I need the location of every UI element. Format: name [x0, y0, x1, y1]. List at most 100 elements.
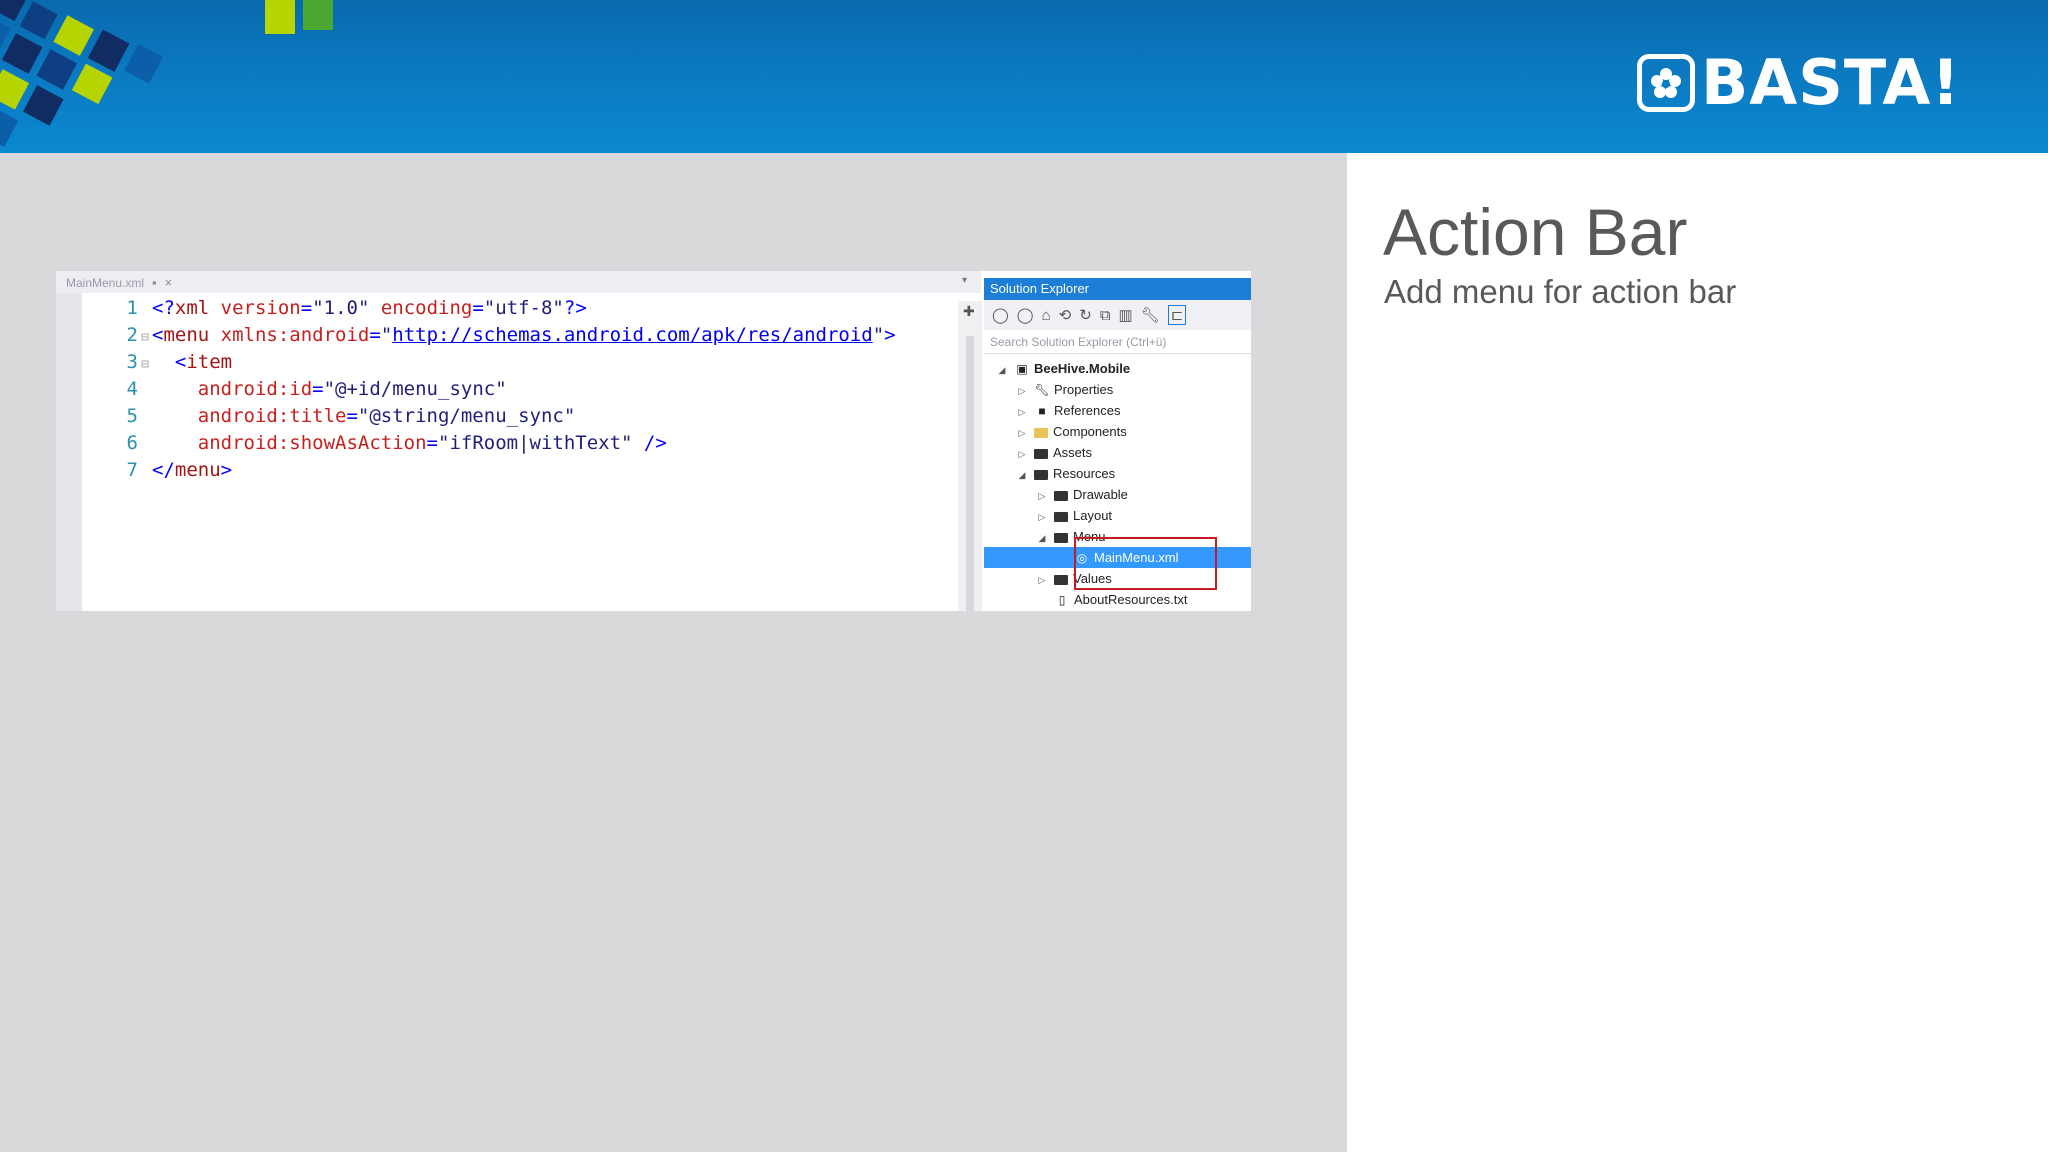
code-line: 4 android:id="@+id/menu_sync"	[82, 376, 507, 403]
code-line: 7 </menu>	[82, 457, 233, 486]
properties-icon[interactable]: 🔧︎	[1141, 306, 1160, 324]
tree-item-label: Assets	[1053, 445, 1093, 460]
code-token: menu	[174, 459, 221, 481]
line-number: 1	[126, 297, 138, 319]
code-token: android:id	[152, 378, 313, 400]
ide-screenshot: MainMenu.xml ▪ × ▾ 1 <?xml version="1.0"…	[56, 271, 1251, 611]
code-line: 6 android:showAsAction="ifRoom|withText"…	[82, 430, 667, 457]
editor-scrollbar[interactable]: ✚	[958, 301, 982, 611]
folder-icon	[1054, 490, 1068, 501]
basta-flower-icon	[1637, 54, 1695, 112]
folder-icon	[1054, 511, 1068, 522]
tree-item[interactable]: ▷ 🔧︎ Properties	[984, 379, 1251, 400]
expand-icon[interactable]: ▷	[1016, 423, 1028, 444]
code-line: 3 ⊟ <item	[82, 349, 233, 378]
code-token: ?>	[563, 297, 587, 319]
tree-item[interactable]: ◢ ▣ BeeHive.Mobile	[984, 358, 1251, 379]
collapse-icon[interactable]: ⧉	[1100, 307, 1111, 324]
wrench-icon: 🔧︎	[1034, 383, 1050, 397]
header-banner: BASTA!	[0, 0, 2048, 153]
fold-toggle-icon	[138, 459, 152, 486]
code-token: =	[346, 405, 358, 427]
code-token: >	[220, 459, 233, 481]
code-token: <	[152, 351, 187, 373]
page-title: Action Bar	[1383, 195, 1688, 269]
code-token: item	[186, 351, 233, 373]
code-token: </	[152, 459, 175, 481]
tree-item-label: Properties	[1054, 382, 1114, 397]
fold-toggle-icon[interactable]: ⊟	[138, 324, 152, 351]
split-icon[interactable]: ✚	[963, 303, 975, 320]
expand-icon[interactable]: ▷	[1036, 486, 1048, 507]
code-token: encoding	[369, 297, 473, 319]
folder-icon	[1054, 532, 1068, 543]
solution-explorer-search[interactable]: Search Solution Explorer (Ctrl+ü)	[984, 330, 1251, 354]
code-line: 1 <?xml version="1.0" encoding="utf-8"?>	[82, 295, 587, 322]
tree-item-label: Drawable	[1073, 487, 1128, 502]
folder-icon	[1034, 469, 1048, 480]
code-token: "@string/menu_sync"	[357, 405, 576, 427]
sync-icon[interactable]: ⟲	[1059, 306, 1072, 324]
project-icon: ▣	[1016, 362, 1028, 376]
preview-icon[interactable]: ⊏	[1167, 305, 1187, 325]
pin-icon[interactable]: ▪	[152, 275, 157, 290]
back-icon[interactable]: ◯	[992, 306, 1009, 324]
tree-item-label: Layout	[1073, 508, 1113, 523]
line-number: 3	[126, 351, 138, 373]
code-link[interactable]: http://schemas.android.com/apk/res/andro…	[392, 324, 872, 346]
code-token: =	[312, 378, 324, 400]
tree-item[interactable]: ▷ Components	[984, 421, 1251, 442]
fold-toggle-icon[interactable]: ⊟	[138, 351, 152, 378]
editor-tab-bar: MainMenu.xml ▪ × ▾	[56, 271, 981, 293]
code-line: 5 android:title="@string/menu_sync"	[82, 403, 576, 430]
line-number: 4	[126, 378, 138, 400]
code-token: version	[209, 297, 301, 319]
code-token: =	[300, 297, 313, 319]
tree-item-label: References	[1054, 403, 1121, 418]
page-subtitle: Add menu for action bar	[1384, 273, 1737, 310]
basta-logo: BASTA!	[1637, 50, 1961, 116]
expand-icon[interactable]: ▷	[1016, 444, 1028, 465]
expand-icon[interactable]: ▷	[1016, 381, 1028, 402]
show-all-icon[interactable]: ▥	[1119, 306, 1133, 324]
chevron-down-icon[interactable]: ▾	[962, 275, 967, 286]
tree-item[interactable]: ▷ ■ References	[984, 400, 1251, 421]
tree-item[interactable]: ▯ AboutResources.txt	[984, 589, 1251, 610]
tree-item[interactable]: ▷ Layout	[984, 505, 1251, 526]
tab-mainmenu-xml[interactable]: MainMenu.xml ▪ ×	[66, 275, 172, 290]
folder-icon	[1054, 574, 1068, 585]
code-token: "1.0"	[312, 297, 370, 319]
code-token: =	[472, 297, 484, 319]
expand-icon[interactable]: ◢	[1016, 465, 1028, 486]
expand-icon[interactable]: ▷	[1036, 507, 1048, 528]
code-token: =	[426, 432, 438, 454]
file-icon: ▯	[1058, 593, 1066, 607]
forward-icon[interactable]: ◯	[1017, 306, 1034, 324]
expand-icon[interactable]: ▷	[1036, 570, 1048, 591]
solution-explorer-toolbar: ◯ ◯ ⌂ ⟲ ↻ ⧉ ▥ 🔧︎ ⊏	[984, 300, 1251, 330]
tree-item-label: AboutResources.txt	[1074, 592, 1188, 607]
close-icon[interactable]: ×	[165, 275, 173, 290]
code-token: "ifRoom|withText"	[438, 432, 633, 454]
line-number: 7	[126, 459, 138, 481]
references-icon: ■	[1038, 404, 1046, 418]
line-number: 6	[126, 432, 138, 454]
scroll-thumb[interactable]	[966, 336, 974, 611]
expand-icon[interactable]: ◢	[1036, 528, 1048, 549]
code-editor[interactable]: 1 <?xml version="1.0" encoding="utf-8"?>…	[82, 293, 992, 611]
refresh-icon[interactable]: ↻	[1079, 306, 1092, 324]
tree-item[interactable]: ◢ Resources	[984, 463, 1251, 484]
code-token: =	[369, 324, 381, 346]
code-token: "	[872, 324, 885, 346]
fold-toggle-icon	[138, 297, 152, 324]
folder-icon	[1034, 448, 1048, 459]
tree-item-label: Resources	[1053, 466, 1116, 481]
tree-item-label: BeeHive.Mobile	[1034, 361, 1131, 376]
tree-item[interactable]: ▷ Assets	[984, 442, 1251, 463]
tree-item[interactable]: ▷ Drawable	[984, 484, 1251, 505]
solution-explorer-title: Solution Explorer	[984, 278, 1251, 300]
expand-icon[interactable]: ◢	[996, 360, 1008, 381]
home-icon[interactable]: ⌂	[1042, 307, 1051, 324]
code-token: xml	[174, 297, 210, 319]
expand-icon[interactable]: ▷	[1016, 402, 1028, 423]
